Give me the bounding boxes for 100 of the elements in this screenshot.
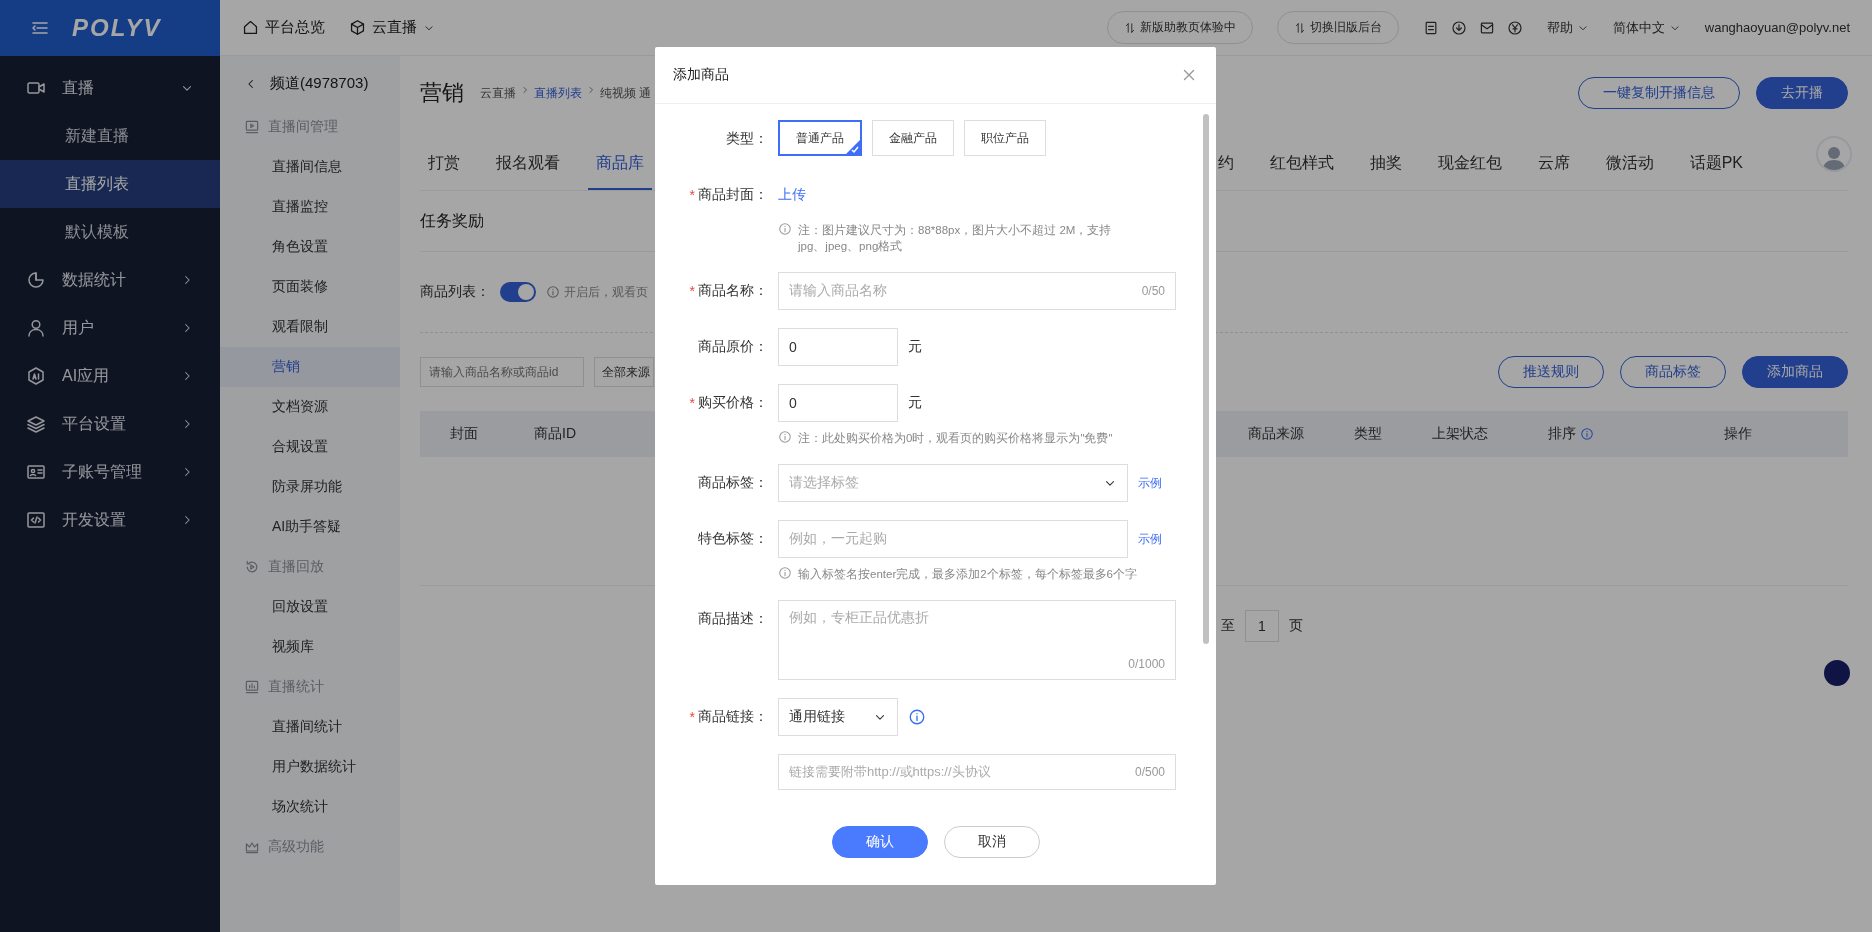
channel-menu-item[interactable]: 视频库 [220,627,400,667]
section-title: 任务奖励 [420,210,484,231]
channel-menu-item[interactable]: 直播监控 [220,187,400,227]
sidebar-subitem[interactable]: 新建直播 [0,112,220,160]
bar-chart-icon [244,679,260,695]
breadcrumb-item[interactable]: 直播列表 [534,84,582,102]
sidebar-subitem[interactable]: 直播列表 [0,160,220,208]
channel-menu-item[interactable]: 文档资源 [220,387,400,427]
switch-version-button[interactable]: 切换旧版后台 [1276,11,1399,44]
unit-label: 元 [908,394,922,412]
tab[interactable]: 话题PK [1689,138,1743,190]
toggle-label: 商品列表： [420,283,490,301]
channel-menu-item[interactable]: 防录屏功能 [220,467,400,507]
example-link[interactable]: 示例 [1138,464,1162,502]
upload-link[interactable]: 上传 [778,176,1176,214]
breadcrumb-separator-icon [520,84,530,95]
tab[interactable]: 现金红包 [1437,138,1502,190]
user-email: wanghaoyuan@polyv.net [1704,20,1850,35]
channel-menu-item[interactable]: 直播间信息 [220,147,400,187]
switch-version-button[interactable]: 新版助教页体验中 [1106,11,1253,44]
field-label: 商品链接： [698,708,768,726]
type-option[interactable]: 金融产品 [872,120,954,156]
tab[interactable]: 云席 [1537,138,1570,190]
tab[interactable]: 约 [1217,138,1234,190]
scrollbar[interactable] [1203,114,1209,644]
back-link[interactable]: 频道(4978703) [220,66,393,107]
sidebar-subitem[interactable]: 默认模板 [0,208,220,256]
menu-group-title: 高级功能 [268,838,324,856]
info-icon [778,430,792,444]
tab[interactable]: 红包样式 [1269,138,1334,190]
page-input[interactable]: 1 [1245,610,1279,642]
tab[interactable]: 商品库 [588,138,652,190]
field-label: 商品标签： [698,474,768,492]
price-field[interactable]: 0 [778,384,898,422]
required-mark: * [689,283,695,299]
source-dropdown[interactable]: 全部来源 [594,357,654,387]
channel-menu-item[interactable]: 页面装修 [220,267,400,307]
sidebar-item[interactable]: 直播 [0,64,220,112]
header-button[interactable]: 一键复制开播信息 [1578,77,1740,109]
sidebar-item[interactable]: 数据统计 [0,256,220,304]
help-menu[interactable]: 帮助 [1546,18,1589,37]
ai-hexagon-icon [26,366,46,386]
sidebar-item[interactable]: 子账号管理 [0,448,220,496]
nav-link[interactable]: 云直播 [349,18,435,37]
type-option[interactable]: 职位产品 [964,120,1046,156]
field-label: 商品封面： [698,186,768,204]
channel-menu-item[interactable]: 营销 [220,347,400,387]
menu-group-title: 直播间管理 [268,118,338,136]
user-icon [26,318,46,338]
column-header: 封面 [450,425,478,443]
check-corner-icon [845,139,861,155]
breadcrumb-item: 云直播 [480,84,516,102]
id-card-icon [26,462,46,482]
link-type-dropdown[interactable]: 通用链接 [778,698,898,736]
home-icon [242,19,259,36]
channel-menu-item[interactable]: 直播间统计 [220,707,400,747]
swap-arrows-icon [1293,21,1306,34]
column-header: 排序 [1548,425,1576,443]
tab[interactable]: 微活动 [1605,138,1654,190]
search-field[interactable]: 请输入商品名称或商品id [420,357,584,387]
channel-menu-item[interactable]: 回放设置 [220,587,400,627]
sidebar-item[interactable]: 平台设置 [0,400,220,448]
info-icon [778,566,792,580]
field-label: 商品原价： [698,338,768,356]
channel-menu-item[interactable]: 场次统计 [220,787,400,827]
dialog-button[interactable]: 确认 [831,826,928,858]
header-button[interactable]: 去开播 [1756,77,1848,109]
info-icon [778,222,792,236]
breadcrumb-item: 纯视频 通 [600,84,652,102]
example-link[interactable]: 示例 [1138,520,1162,558]
replay-icon [244,559,260,575]
tab[interactable]: 报名观看 [488,138,568,190]
channel-menu-item[interactable]: 用户数据统计 [220,747,400,787]
channel-menu-item[interactable]: 合规设置 [220,427,400,467]
channel-menu-item[interactable]: 观看限制 [220,307,400,347]
sidebar-item[interactable]: AI应用 [0,352,220,400]
tab[interactable]: 抽奖 [1369,138,1402,190]
action-button[interactable]: 商品标签 [1620,356,1726,388]
dialog-button[interactable]: 取消 [943,826,1040,858]
column-header: 商品来源 [1248,425,1304,443]
breadcrumb-separator-icon [586,84,596,95]
action-button[interactable]: 推送规则 [1498,356,1604,388]
tab[interactable]: 打赏 [420,138,468,190]
sidebar-item[interactable]: 用户 [0,304,220,352]
channel-menu-item[interactable]: AI助手答疑 [220,507,400,547]
sidebar-item[interactable]: 开发设置 [0,496,220,544]
toggle-switch[interactable] [500,282,536,302]
info-icon [1580,427,1594,441]
required-mark: * [689,187,695,203]
pie-chart-icon [26,270,46,290]
language-menu[interactable]: 简体中文 [1612,18,1681,37]
field-label: 购买价格： [698,394,768,412]
price-field[interactable]: 0 [778,328,898,366]
type-option[interactable]: 普通产品 [778,120,862,156]
column-header: 上架状态 [1432,425,1488,443]
nav-link[interactable]: 平台总览 [242,18,325,37]
action-button[interactable]: 添加商品 [1742,356,1848,388]
hint-text: 开启后，观看页 [564,283,648,301]
field-label: 特色标签： [698,530,768,548]
channel-menu-item[interactable]: 角色设置 [220,227,400,267]
